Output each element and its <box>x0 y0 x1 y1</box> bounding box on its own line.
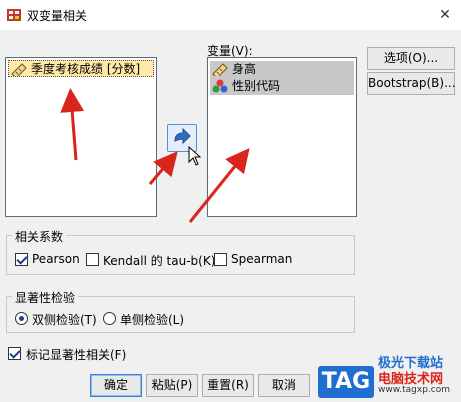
watermark-brand: TAG <box>318 366 374 398</box>
list-item[interactable]: 季度考核成绩 [分数] <box>8 60 154 79</box>
options-button[interactable]: 选项(O)... <box>367 47 455 70</box>
reset-button[interactable]: 重置(R) <box>202 374 254 397</box>
pearson-checkbox[interactable] <box>15 253 28 266</box>
cancel-button[interactable]: 取消 <box>258 374 310 397</box>
watermark-url: www.tagxp.com <box>378 385 450 395</box>
window-title: 双变量相关 <box>27 9 88 23</box>
significance-group-label: 显著性检验 <box>12 289 79 306</box>
paste-button[interactable]: 粘贴(P) <box>146 374 198 397</box>
watermark-logo: TAG 极光下载站 电脑技术网 www.tagxp.com <box>318 356 458 400</box>
correlation-group-label: 相关系数 <box>12 228 67 245</box>
ok-button[interactable]: 确定 <box>90 374 142 397</box>
spss-app-icon <box>6 7 22 23</box>
source-variable-list[interactable]: 季度考核成绩 [分数] <box>5 57 157 217</box>
flag-significant-checkbox[interactable] <box>8 347 21 360</box>
kendall-label[interactable]: Kendall 的 tau-b(K) <box>103 252 215 269</box>
two-tailed-radio[interactable] <box>15 312 28 325</box>
bootstrap-button[interactable]: Bootstrap(B)... <box>367 72 456 95</box>
list-item-label: 身高 <box>232 62 257 76</box>
two-tailed-label[interactable]: 双侧检验(T) <box>32 311 97 328</box>
list-item[interactable]: 性别代码 <box>210 78 354 95</box>
nominal-balls-icon <box>212 79 228 93</box>
one-tailed-label[interactable]: 单侧检验(L) <box>120 311 184 328</box>
kendall-checkbox[interactable] <box>86 253 99 266</box>
close-icon[interactable]: ✕ <box>432 3 458 27</box>
one-tailed-radio[interactable] <box>103 312 116 325</box>
ruler-scale-icon <box>11 62 27 79</box>
list-item[interactable]: 身高 <box>210 61 354 79</box>
list-item-label: 季度考核成绩 [分数] <box>31 62 141 76</box>
pearson-label[interactable]: Pearson <box>32 252 80 266</box>
mouse-cursor-icon <box>188 145 202 166</box>
spearman-label[interactable]: Spearman <box>231 252 292 266</box>
spearman-checkbox[interactable] <box>214 253 227 266</box>
ruler-scale-icon <box>212 62 228 79</box>
flag-significant-label[interactable]: 标记显著性相关(F) <box>26 346 126 363</box>
list-item-label: 性别代码 <box>232 79 281 93</box>
variables-list[interactable]: 身高 性别代码 <box>207 57 357 217</box>
